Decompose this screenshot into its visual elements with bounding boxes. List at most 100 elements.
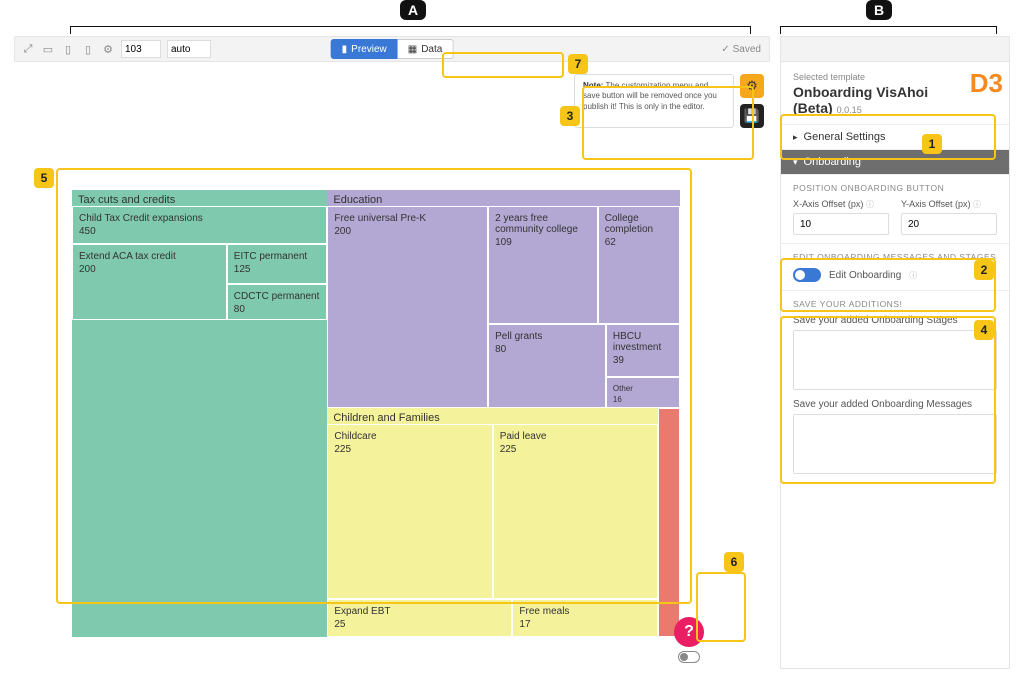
cell-label: CDCTC permanent bbox=[234, 291, 320, 302]
cell-value: 16 bbox=[613, 395, 673, 404]
cell-pell[interactable]: Pell grants 80 bbox=[488, 324, 606, 408]
cell-value: 39 bbox=[613, 355, 673, 366]
cell-hbcu[interactable]: HBCU investment 39 bbox=[606, 324, 680, 377]
cell-value: 17 bbox=[519, 619, 651, 630]
cell-prek[interactable]: Free universal Pre-K 200 bbox=[327, 206, 488, 408]
section-marker-b: B bbox=[866, 0, 892, 20]
help-toggle[interactable] bbox=[678, 651, 700, 663]
accordion-onboarding[interactable]: ▾ Onboarding bbox=[781, 149, 1009, 174]
cell-eitc[interactable]: EITC permanent 125 bbox=[227, 244, 328, 284]
saved-label: Saved bbox=[733, 44, 761, 55]
callout-number-1: 1 bbox=[922, 134, 942, 154]
right-toolbar-spacer bbox=[780, 36, 1010, 62]
cell-label: Pell grants bbox=[495, 331, 542, 342]
note-prefix: Note: bbox=[583, 81, 603, 90]
cell-label: Childcare bbox=[334, 431, 376, 442]
info-icon[interactable]: ⓘ bbox=[909, 270, 917, 281]
saved-indicator: ✓ Saved bbox=[721, 44, 761, 55]
group-chi-header: Children and Families bbox=[327, 408, 658, 424]
cell-value: 80 bbox=[234, 304, 321, 315]
settings-button[interactable]: ⚙ bbox=[740, 74, 764, 98]
section-save-additions: SAVE YOUR ADDITIONS! Save your added Onb… bbox=[781, 290, 1009, 485]
expand-icon[interactable]: ⤢ bbox=[21, 42, 35, 56]
cell-value: 109 bbox=[495, 237, 591, 248]
cell-value: 62 bbox=[605, 237, 673, 248]
treemap-chart[interactable]: Tax cuts and credits Child Tax Credit ex… bbox=[72, 190, 680, 637]
cell-ebt[interactable]: Expand EBT 25 bbox=[327, 599, 512, 637]
callout-number-5: 5 bbox=[34, 168, 54, 188]
cell-value: 225 bbox=[500, 444, 651, 455]
gear-icon[interactable]: ⚙ bbox=[101, 42, 115, 56]
x-offset-input[interactable] bbox=[793, 213, 889, 235]
edit-onboarding-toggle[interactable] bbox=[793, 268, 821, 282]
cell-edu-other[interactable]: Other 16 bbox=[606, 377, 680, 408]
tablet-icon[interactable]: ▯ bbox=[61, 42, 75, 56]
cell-label: Free universal Pre-K bbox=[334, 213, 426, 224]
cell-label: Expand EBT bbox=[334, 606, 390, 617]
cell-cdctc[interactable]: CDCTC permanent 80 bbox=[227, 284, 328, 320]
cell-value: 450 bbox=[79, 226, 320, 237]
cell-label: Other bbox=[613, 384, 633, 393]
tab-data[interactable]: ▦ Data bbox=[398, 39, 454, 59]
cell-child-tax-credit[interactable]: Child Tax Credit expansions 450 bbox=[72, 206, 327, 244]
info-icon[interactable]: ⓘ bbox=[866, 200, 874, 209]
d3-logo-icon: D3 bbox=[970, 68, 1003, 99]
section-title: POSITION ONBOARDING BUTTON bbox=[793, 183, 997, 193]
save-button[interactable]: 💾 bbox=[740, 104, 764, 128]
edit-onboarding-label: Edit Onboarding bbox=[829, 270, 901, 281]
accordion-label: General Settings bbox=[804, 131, 886, 143]
size-mode-input[interactable] bbox=[167, 40, 211, 58]
cell-label: Extend ACA tax credit bbox=[79, 251, 176, 262]
tab-preview[interactable]: ▮ Preview bbox=[331, 39, 398, 59]
group-edu-header: Education bbox=[327, 190, 680, 206]
callout-number-3: 3 bbox=[560, 106, 580, 126]
chevron-right-icon: ▸ bbox=[793, 132, 798, 143]
check-icon: ✓ bbox=[721, 44, 729, 55]
cell-value: 125 bbox=[234, 264, 321, 275]
tab-data-label: Data bbox=[421, 44, 442, 55]
cell-value: 200 bbox=[334, 226, 481, 237]
info-icon[interactable]: ⓘ bbox=[973, 200, 981, 209]
callout-number-6: 6 bbox=[724, 552, 744, 572]
accordion-label: Onboarding bbox=[804, 156, 862, 168]
editor-toolbar: ⤢ ▭ ▯ ▯ ⚙ ▮ Preview ▦ Data bbox=[14, 36, 770, 62]
cell-value: 80 bbox=[495, 344, 599, 355]
zoom-input[interactable] bbox=[121, 40, 161, 58]
section-marker-a: A bbox=[400, 0, 426, 20]
x-offset-label: X-Axis Offset (px) ⓘ bbox=[793, 199, 889, 210]
cell-label: Free meals bbox=[519, 606, 569, 617]
help-button[interactable]: ? bbox=[674, 617, 704, 647]
cell-college-completion[interactable]: College completion 62 bbox=[598, 206, 680, 324]
cell-paid-leave[interactable]: Paid leave 225 bbox=[493, 424, 658, 599]
y-offset-input[interactable] bbox=[901, 213, 997, 235]
section-title: SAVE YOUR ADDITIONS! bbox=[793, 299, 997, 309]
cell-community-college[interactable]: 2 years free community college 109 bbox=[488, 206, 598, 324]
bracket-b bbox=[780, 26, 996, 27]
mobile-icon[interactable]: ▯ bbox=[81, 42, 95, 56]
gear-icon: ⚙ bbox=[746, 78, 758, 94]
template-title: Onboarding VisAhoi (Beta)0.0.15 bbox=[793, 84, 997, 116]
cell-nutrition[interactable] bbox=[658, 408, 680, 637]
cell-label: Paid leave bbox=[500, 431, 547, 442]
cell-free-meals[interactable]: Free meals 17 bbox=[512, 599, 658, 637]
cell-label: College completion bbox=[605, 213, 653, 235]
selected-template-label: Selected template bbox=[793, 72, 997, 82]
cell-label: HBCU investment bbox=[613, 331, 661, 353]
section-title: EDIT ONBOARDING MESSAGES AND STAGES bbox=[793, 252, 997, 262]
note-text: The customization menu and save button w… bbox=[583, 81, 717, 111]
chevron-down-icon: ▾ bbox=[793, 157, 798, 168]
accordion-general-settings[interactable]: ▸ General Settings bbox=[781, 124, 1009, 149]
chart-icon: ▮ bbox=[342, 44, 348, 55]
save-stages-input[interactable] bbox=[793, 330, 997, 390]
save-messages-input[interactable] bbox=[793, 414, 997, 474]
callout-number-4: 4 bbox=[974, 320, 994, 340]
cell-childcare[interactable]: Childcare 225 bbox=[327, 424, 492, 599]
editor-note: Note: The customization menu and save bu… bbox=[574, 74, 764, 128]
desktop-icon[interactable]: ▭ bbox=[41, 42, 55, 56]
cell-label: Child Tax Credit expansions bbox=[79, 213, 203, 224]
y-offset-label: Y-Axis Offset (px) ⓘ bbox=[901, 199, 997, 210]
callout-number-2: 2 bbox=[974, 260, 994, 280]
cell-aca-credit[interactable]: Extend ACA tax credit 200 bbox=[72, 244, 227, 320]
note-box: Note: The customization menu and save bu… bbox=[574, 74, 734, 128]
table-icon: ▦ bbox=[408, 44, 417, 55]
